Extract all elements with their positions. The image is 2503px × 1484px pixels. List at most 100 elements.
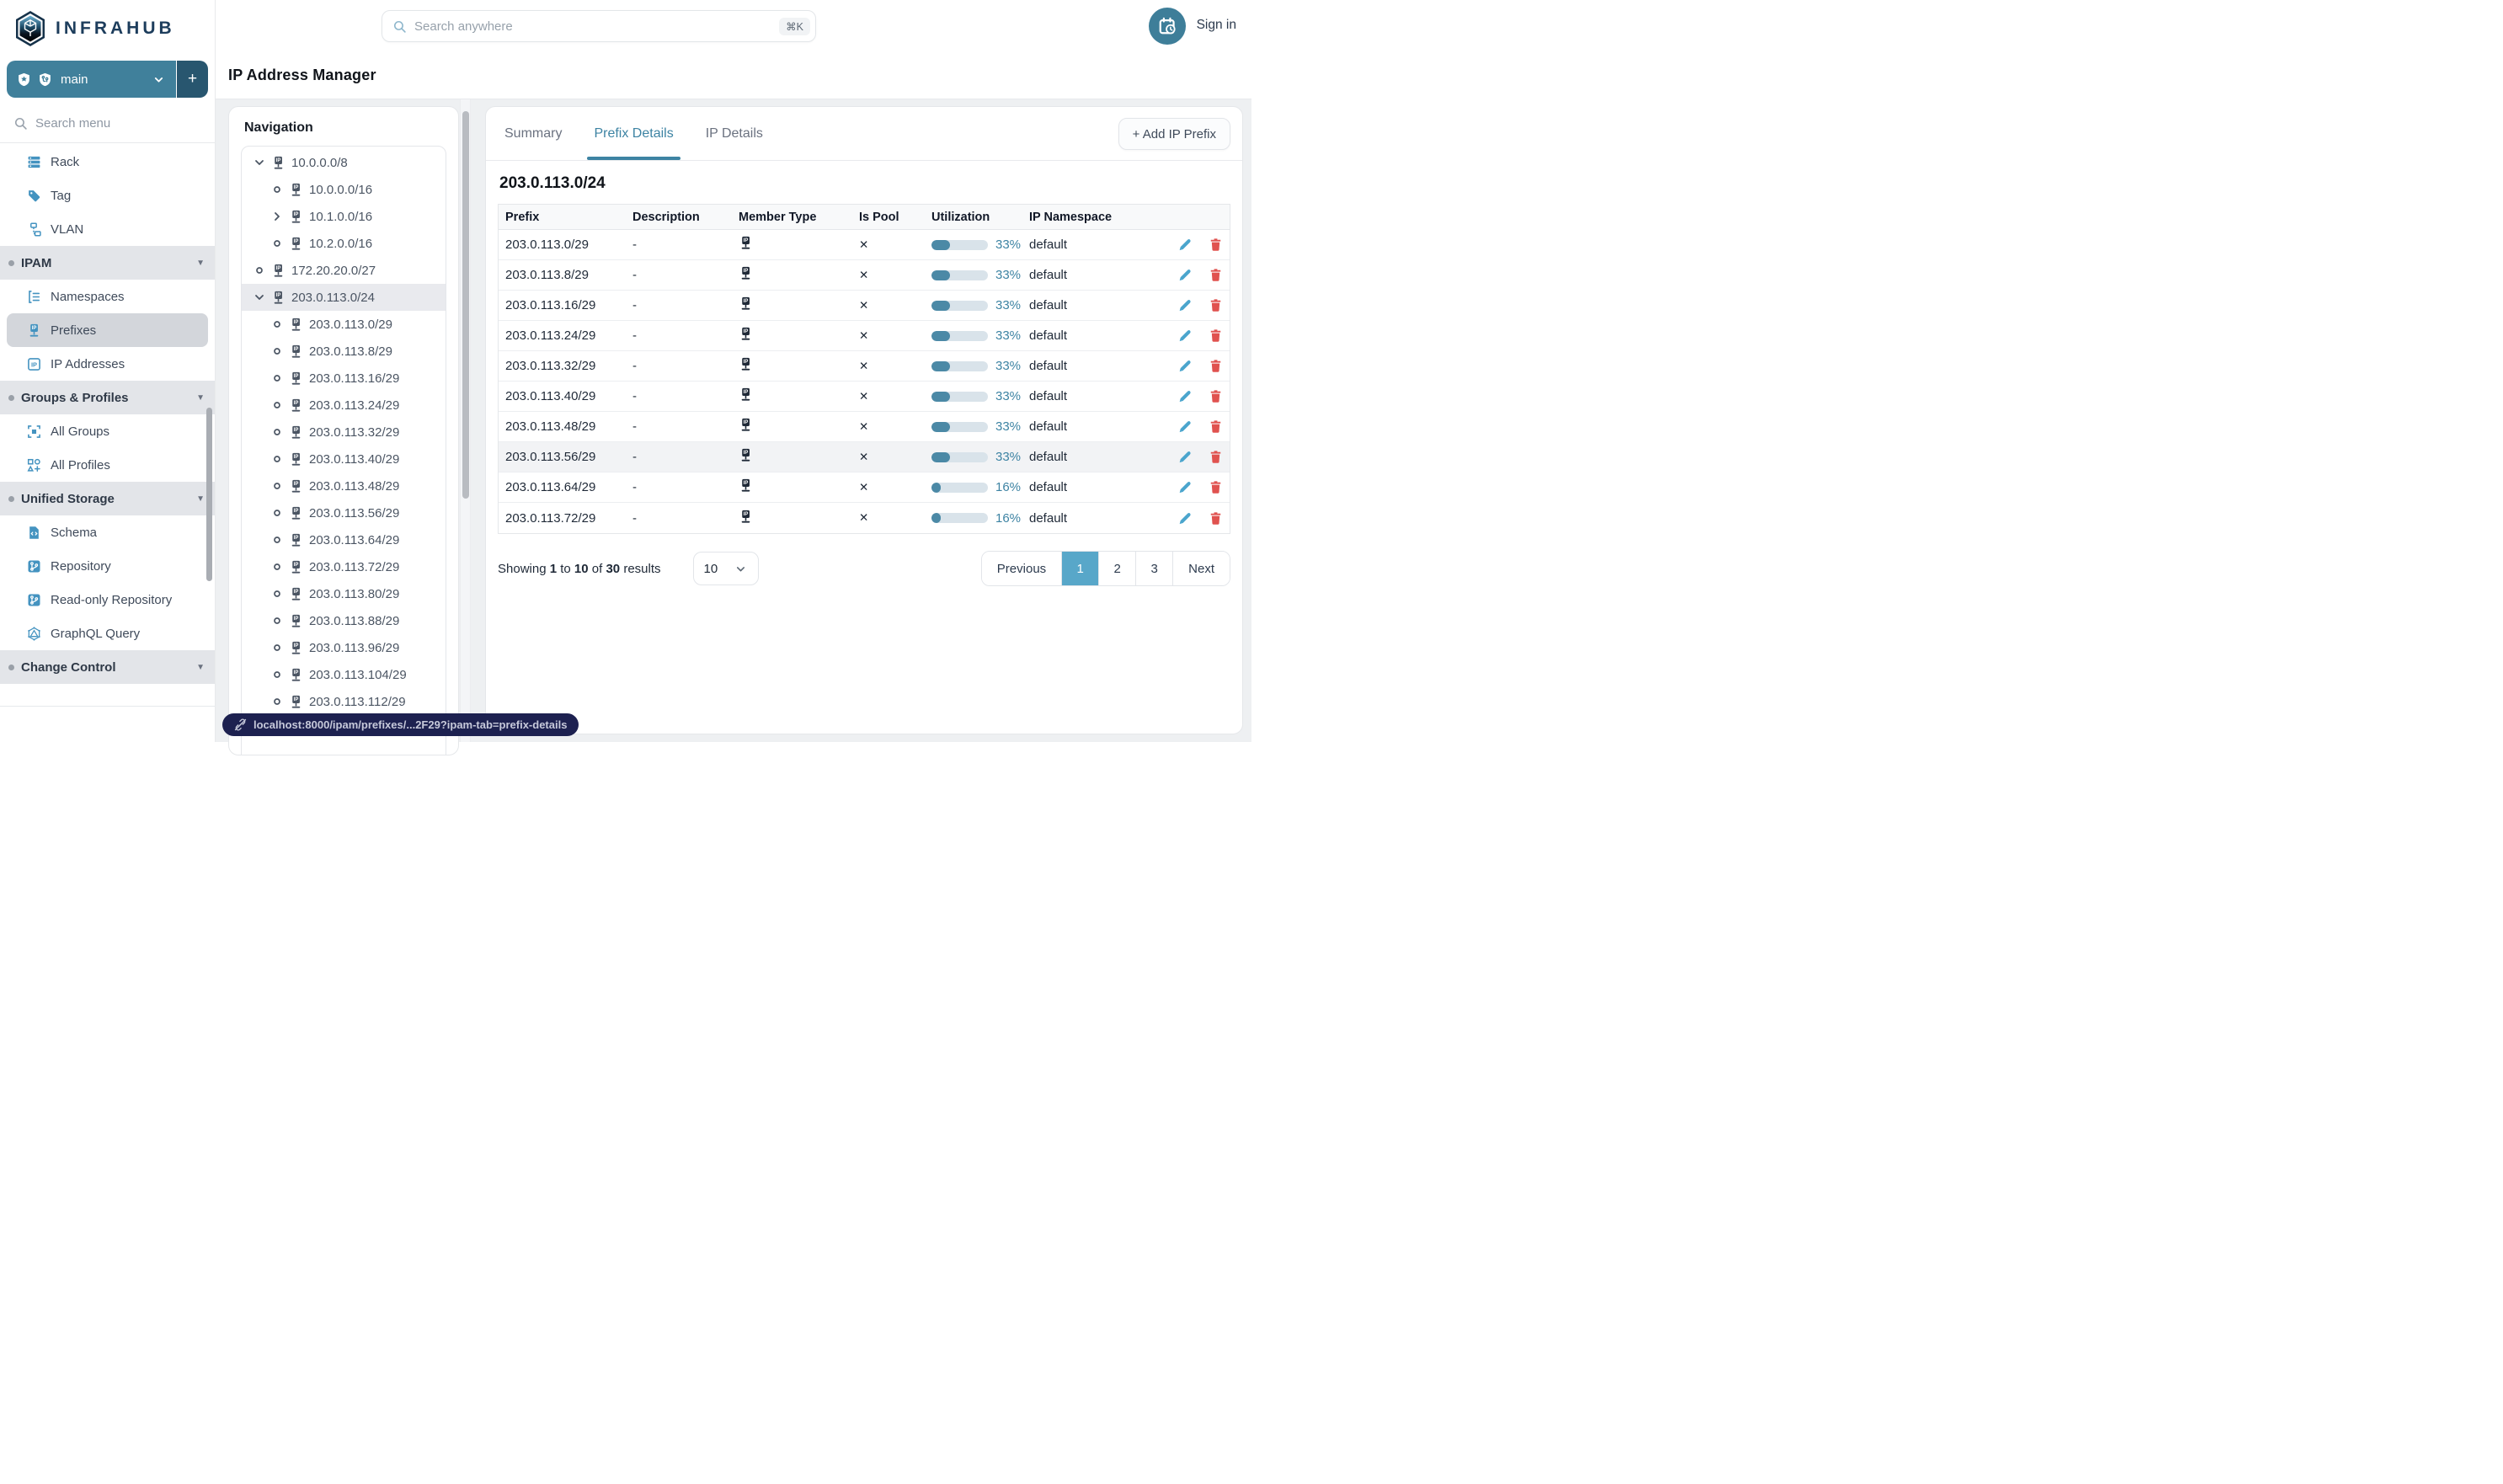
chevron-down-icon [253,156,266,169]
tree-item[interactable]: IP 203.0.113.32/29 [242,419,446,446]
table-row[interactable]: 203.0.113.56/29 - IP ✕ 33% default [499,442,1230,472]
tree-item[interactable]: IP 203.0.113.104/29 [242,661,446,688]
sidebar-item-tag[interactable]: Tag [7,179,208,212]
tree-item[interactable]: IP 203.0.113.88/29 [242,607,446,634]
tree-item[interactable]: IP 10.0.0.0/16 [242,176,446,203]
delete-button[interactable] [1209,480,1223,494]
edit-button[interactable] [1177,419,1192,434]
tree-item[interactable]: IP 203.0.113.24/29 [242,392,446,419]
edit-button[interactable] [1177,480,1192,494]
cell-namespace: default [1029,238,1068,252]
branch-selector[interactable]: main [7,61,176,98]
edit-button[interactable] [1177,511,1192,526]
tree-item[interactable]: IP 203.0.113.80/29 [242,580,446,607]
tree-item[interactable]: IP 203.0.113.96/29 [242,634,446,661]
tree-item[interactable]: IP 203.0.113.64/29 [242,526,446,553]
delete-button[interactable] [1209,511,1223,526]
tree-item[interactable]: IP 10.1.0.0/16 [242,203,446,230]
add-ip-prefix-button[interactable]: + Add IP Prefix [1118,118,1230,150]
tree-item[interactable]: IP 203.0.113.112/29 [242,688,446,715]
tree-item[interactable]: IP 203.0.113.8/29 [242,338,446,365]
tree-item[interactable]: IP 203.0.113.48/29 [242,472,446,499]
prefix-sign-icon: IP [289,344,303,359]
edit-button[interactable] [1177,298,1192,312]
delete-button[interactable] [1209,238,1223,252]
sidebar-item-all-profiles[interactable]: All Profiles [7,448,208,482]
tab-ip-details[interactable]: IP Details [699,109,770,159]
edit-button[interactable] [1177,389,1192,403]
tree-item[interactable]: IP 10.2.0.0/16 [242,230,446,257]
svg-text:IP: IP [294,428,299,433]
tree-item[interactable]: IP 203.0.113.72/29 [242,553,446,580]
tree-item[interactable]: IP 203.0.113.0/29 [242,311,446,338]
sidebar-section-groups-profiles[interactable]: Groups & Profiles ▼ [0,381,215,414]
tree-item[interactable]: IP 172.20.20.0/27 [242,257,446,284]
sidebar-section-unified-storage[interactable]: Unified Storage ▼ [0,482,215,515]
edit-button[interactable] [1177,359,1192,373]
add-branch-button[interactable]: + [177,61,208,98]
sidebar-section-label: Unified Storage [21,491,115,506]
sidebar-item-read-only-repository[interactable]: Read-only Repository [7,583,208,617]
delete-button[interactable] [1209,389,1223,403]
edit-button[interactable] [1177,450,1192,464]
menu-search-input[interactable] [35,116,179,131]
table-row[interactable]: 203.0.113.16/29 - IP ✕ 33% default [499,291,1230,321]
delete-button[interactable] [1209,419,1223,434]
tab-prefix-details[interactable]: Prefix Details [587,109,680,160]
page-button-2[interactable]: 2 [1098,552,1136,585]
table-row[interactable]: 203.0.113.48/29 - IP ✕ 33% default [499,412,1230,442]
page-size-select[interactable]: 10 [692,552,759,585]
sidebar-scrollbar[interactable] [206,408,212,581]
time-travel-button[interactable] [1149,8,1186,45]
sidebar-item-graphql-query[interactable]: GraphQL Query [7,617,208,650]
navigation-scrollbar-thumb[interactable] [462,111,469,499]
edit-button[interactable] [1177,328,1192,343]
sidebar-item-vlan[interactable]: VLAN [7,212,208,246]
tree-item[interactable]: IP 203.0.113.56/29 [242,499,446,526]
tab-summary[interactable]: Summary [498,109,568,159]
brand-header[interactable]: INFRAHUB [0,0,215,49]
delete-button[interactable] [1209,268,1223,282]
page-button-next[interactable]: Next [1172,552,1230,585]
table-row[interactable]: 203.0.113.32/29 - IP ✕ 33% default [499,351,1230,382]
delete-button[interactable] [1209,450,1223,464]
svg-text:IP: IP [744,390,749,395]
sidebar-item-all-groups[interactable]: All Groups [7,414,208,448]
page-button-1[interactable]: 1 [1061,552,1099,585]
utilization-bar [931,270,988,280]
sidebar-item-rack[interactable]: Rack [7,145,208,179]
page-button-previous[interactable]: Previous [981,552,1062,585]
sidebar-section-change-control[interactable]: Change Control ▼ [0,650,215,684]
tree-item[interactable]: IP 203.0.113.16/29 [242,365,446,392]
tree-item[interactable]: IP 10.0.0.0/8 [242,149,446,176]
sign-in-link[interactable]: Sign in [1197,18,1236,33]
utilization-bar [931,300,988,311]
edit-button[interactable] [1177,238,1192,252]
sidebar-item-namespaces[interactable]: Namespaces [7,280,208,313]
table-row[interactable]: 203.0.113.40/29 - IP ✕ 33% default [499,382,1230,412]
tree-item[interactable]: IP 203.0.113.40/29 [242,446,446,472]
table-row[interactable]: 203.0.113.8/29 - IP ✕ 33% default [499,260,1230,291]
navigation-scrollbar[interactable] [460,99,471,742]
top-header: Search anywhere ⌘K Sign in IP Address Ma… [216,0,1252,99]
tree-item[interactable]: IP 203.0.113.0/24 [242,284,446,311]
sidebar-item-schema[interactable]: Schema [7,515,208,549]
global-search[interactable]: Search anywhere ⌘K [382,10,816,42]
sidebar-item-repository[interactable]: Repository [7,549,208,583]
table-row[interactable]: 203.0.113.0/29 - IP ✕ 33% default [499,230,1230,260]
sidebar-item-ip-addresses[interactable]: IP IP Addresses [7,347,208,381]
delete-button[interactable] [1209,298,1223,312]
utilization-bar [931,391,988,402]
edit-button[interactable] [1177,268,1192,282]
sidebar-section-ipam[interactable]: IPAM ▼ [0,246,215,280]
table-row[interactable]: 203.0.113.72/29 - IP ✕ 16% default [499,503,1230,533]
page-button-3[interactable]: 3 [1135,552,1173,585]
delete-button[interactable] [1209,359,1223,373]
sidebar-item-prefixes[interactable]: IP Prefixes [7,313,208,347]
table-row[interactable]: 203.0.113.64/29 - IP ✕ 16% default [499,472,1230,503]
svg-text:IP: IP [294,536,299,541]
delete-button[interactable] [1209,328,1223,343]
circle-icon [270,344,284,358]
prefix-sign-icon: IP [739,387,753,402]
table-row[interactable]: 203.0.113.24/29 - IP ✕ 33% default [499,321,1230,351]
